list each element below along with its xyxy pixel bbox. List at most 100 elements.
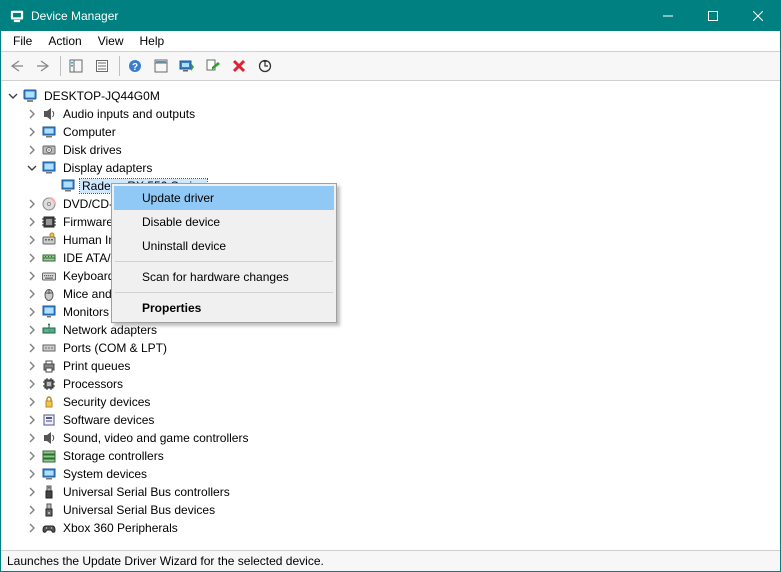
svg-text:?: ? xyxy=(132,62,138,73)
action-options-button[interactable] xyxy=(149,54,173,78)
chevron-right-icon[interactable] xyxy=(24,503,39,518)
tree-node[interactable]: Universal Serial Bus devices xyxy=(24,501,776,519)
xbox-icon xyxy=(41,520,57,536)
enable-device-button[interactable] xyxy=(201,54,225,78)
tree-node-label: Firmware xyxy=(61,215,115,229)
chevron-right-icon[interactable] xyxy=(24,305,39,320)
scan-hardware-button[interactable] xyxy=(253,54,277,78)
monitor-icon xyxy=(41,304,57,320)
chevron-right-icon[interactable] xyxy=(24,323,39,338)
chevron-down-icon[interactable] xyxy=(24,161,39,176)
usb-device-icon xyxy=(41,502,57,518)
context-menu-item[interactable]: Update driver xyxy=(114,186,334,210)
ide-icon xyxy=(41,250,57,266)
tree-root-node[interactable]: DESKTOP-JQ44G0M xyxy=(5,87,776,105)
help-button[interactable]: ? xyxy=(123,54,147,78)
context-menu-item[interactable]: Uninstall device xyxy=(114,234,334,258)
tree-node[interactable]: Ports (COM & LPT) xyxy=(24,339,776,357)
tree-node-label: Security devices xyxy=(61,395,152,409)
tree-node[interactable]: Processors xyxy=(24,375,776,393)
tree-node[interactable]: Network adapters xyxy=(24,321,776,339)
tree-node-label: Monitors xyxy=(61,305,111,319)
processor-icon xyxy=(41,376,57,392)
device-tree[interactable]: DESKTOP-JQ44G0M Audio inputs and outputs C… xyxy=(1,81,780,550)
show-hide-console-tree-button[interactable] xyxy=(64,54,88,78)
expand-placeholder xyxy=(43,179,58,194)
properties-button[interactable] xyxy=(90,54,114,78)
tree-node[interactable]: Print queues xyxy=(24,357,776,375)
chevron-right-icon[interactable] xyxy=(24,233,39,248)
chevron-right-icon[interactable] xyxy=(24,269,39,284)
tree-node-label: Print queues xyxy=(61,359,132,373)
chevron-right-icon[interactable] xyxy=(24,287,39,302)
chevron-right-icon[interactable] xyxy=(24,215,39,230)
chevron-right-icon[interactable] xyxy=(24,413,39,428)
network-icon xyxy=(41,322,57,338)
tree-node[interactable]: Security devices xyxy=(24,393,776,411)
software-icon xyxy=(41,412,57,428)
computer-icon xyxy=(41,124,57,140)
tree-root-label: DESKTOP-JQ44G0M xyxy=(42,89,162,103)
back-button[interactable] xyxy=(5,54,29,78)
menubar: File Action View Help xyxy=(1,31,780,52)
menu-help[interactable]: Help xyxy=(132,32,173,50)
tree-node-label: Audio inputs and outputs xyxy=(61,107,197,121)
chevron-right-icon[interactable] xyxy=(24,197,39,212)
tree-node[interactable]: Display adapters xyxy=(24,159,776,177)
tree-node[interactable]: Storage controllers xyxy=(24,447,776,465)
printer-icon xyxy=(41,358,57,374)
chevron-right-icon[interactable] xyxy=(24,251,39,266)
tree-node[interactable]: Disk drives xyxy=(24,141,776,159)
chevron-right-icon[interactable] xyxy=(24,143,39,158)
titlebar: Device Manager xyxy=(1,1,780,31)
disk-icon xyxy=(41,142,57,158)
statusbar: Launches the Update Driver Wizard for th… xyxy=(1,550,780,571)
tree-node-label: Network adapters xyxy=(61,323,159,337)
toolbar-separator xyxy=(60,56,61,76)
context-menu-item[interactable]: Properties xyxy=(114,296,334,320)
context-menu-item[interactable]: Scan for hardware changes xyxy=(114,265,334,289)
tree-node[interactable]: Audio inputs and outputs xyxy=(24,105,776,123)
uninstall-device-button[interactable] xyxy=(227,54,251,78)
firmware-icon xyxy=(41,214,57,230)
chevron-right-icon[interactable] xyxy=(24,395,39,410)
forward-button[interactable] xyxy=(31,54,55,78)
menu-action[interactable]: Action xyxy=(40,32,89,50)
app-icon xyxy=(9,8,25,24)
keyboard-icon xyxy=(41,268,57,284)
display-icon xyxy=(60,178,76,194)
chevron-right-icon[interactable] xyxy=(24,107,39,122)
chevron-right-icon[interactable] xyxy=(24,449,39,464)
chevron-right-icon[interactable] xyxy=(24,431,39,446)
chevron-right-icon[interactable] xyxy=(24,467,39,482)
minimize-button[interactable] xyxy=(645,1,690,31)
chevron-right-icon[interactable] xyxy=(24,521,39,536)
chevron-right-icon[interactable] xyxy=(24,341,39,356)
system-icon xyxy=(41,466,57,482)
tree-node-label: Sound, video and game controllers xyxy=(61,431,250,445)
context-menu-item[interactable]: Disable device xyxy=(114,210,334,234)
maximize-button[interactable] xyxy=(690,1,735,31)
tree-node[interactable]: Computer xyxy=(24,123,776,141)
chevron-down-icon[interactable] xyxy=(5,89,20,104)
mouse-icon xyxy=(41,286,57,302)
tree-node[interactable]: Xbox 360 Peripherals xyxy=(24,519,776,537)
chevron-right-icon[interactable] xyxy=(24,377,39,392)
chevron-right-icon[interactable] xyxy=(24,485,39,500)
update-driver-button[interactable] xyxy=(175,54,199,78)
tree-node[interactable]: System devices xyxy=(24,465,776,483)
menu-view[interactable]: View xyxy=(90,32,132,50)
tree-node[interactable]: Universal Serial Bus controllers xyxy=(24,483,776,501)
tree-node-label: Universal Serial Bus devices xyxy=(61,503,217,517)
tree-node[interactable]: Sound, video and game controllers xyxy=(24,429,776,447)
tree-node[interactable]: Software devices xyxy=(24,411,776,429)
tree-node-label: Storage controllers xyxy=(61,449,166,463)
menu-file[interactable]: File xyxy=(5,32,40,50)
dvd-icon xyxy=(41,196,57,212)
chevron-right-icon[interactable] xyxy=(24,125,39,140)
storage-icon xyxy=(41,448,57,464)
chevron-right-icon[interactable] xyxy=(24,359,39,374)
close-button[interactable] xyxy=(735,1,780,31)
device-manager-window: Device Manager File Action View Help ? D… xyxy=(0,0,781,572)
ports-icon xyxy=(41,340,57,356)
